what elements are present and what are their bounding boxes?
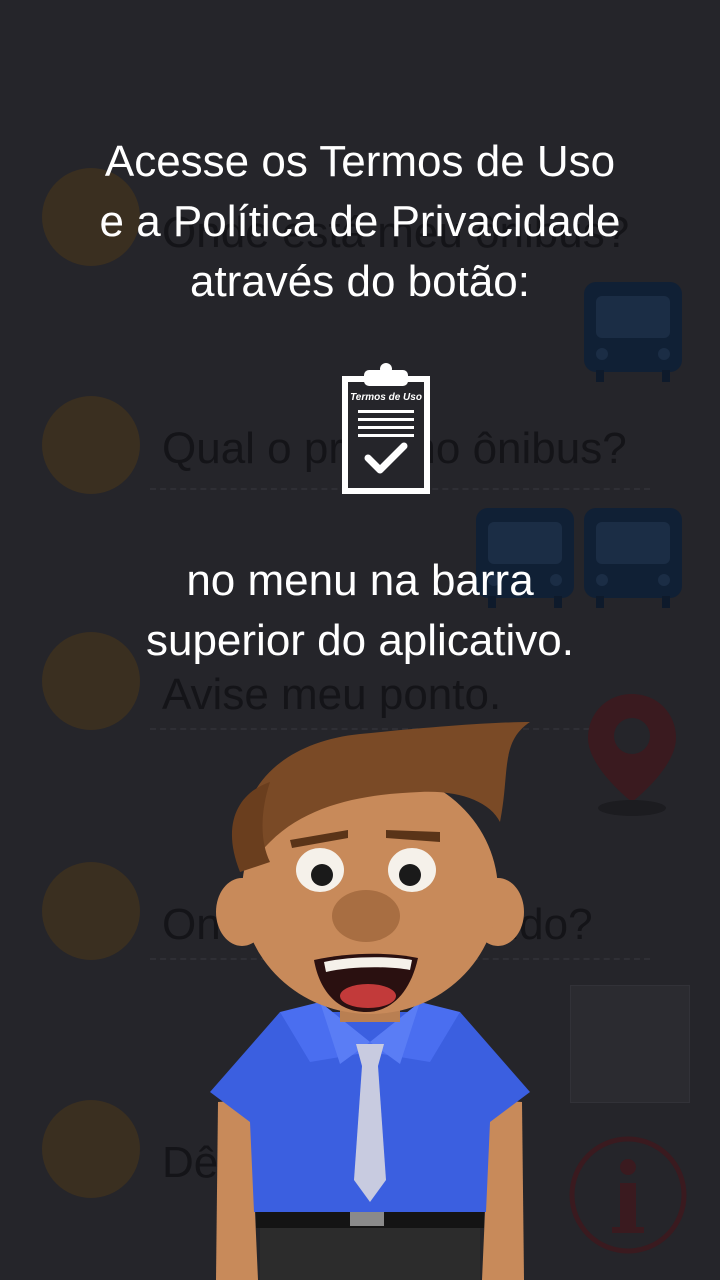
map-pin-icon [588,694,676,816]
info-icon [569,1136,687,1254]
terms-icon-label: Termos de Uso [350,392,422,403]
terms-of-use-icon: Termos de Uso [342,363,430,494]
menu-item-circle [42,1100,140,1198]
menu-item-circle [42,396,140,494]
mascot-character [210,722,531,1280]
tutorial-instruction-bottom: no menu na barra superior do aplicativo. [145,556,574,665]
menu-item-circle [42,862,140,960]
tutorial-instruction-top: Acesse os Termos de Uso e a Política de … [99,137,621,306]
map-thumbnail [570,985,690,1103]
